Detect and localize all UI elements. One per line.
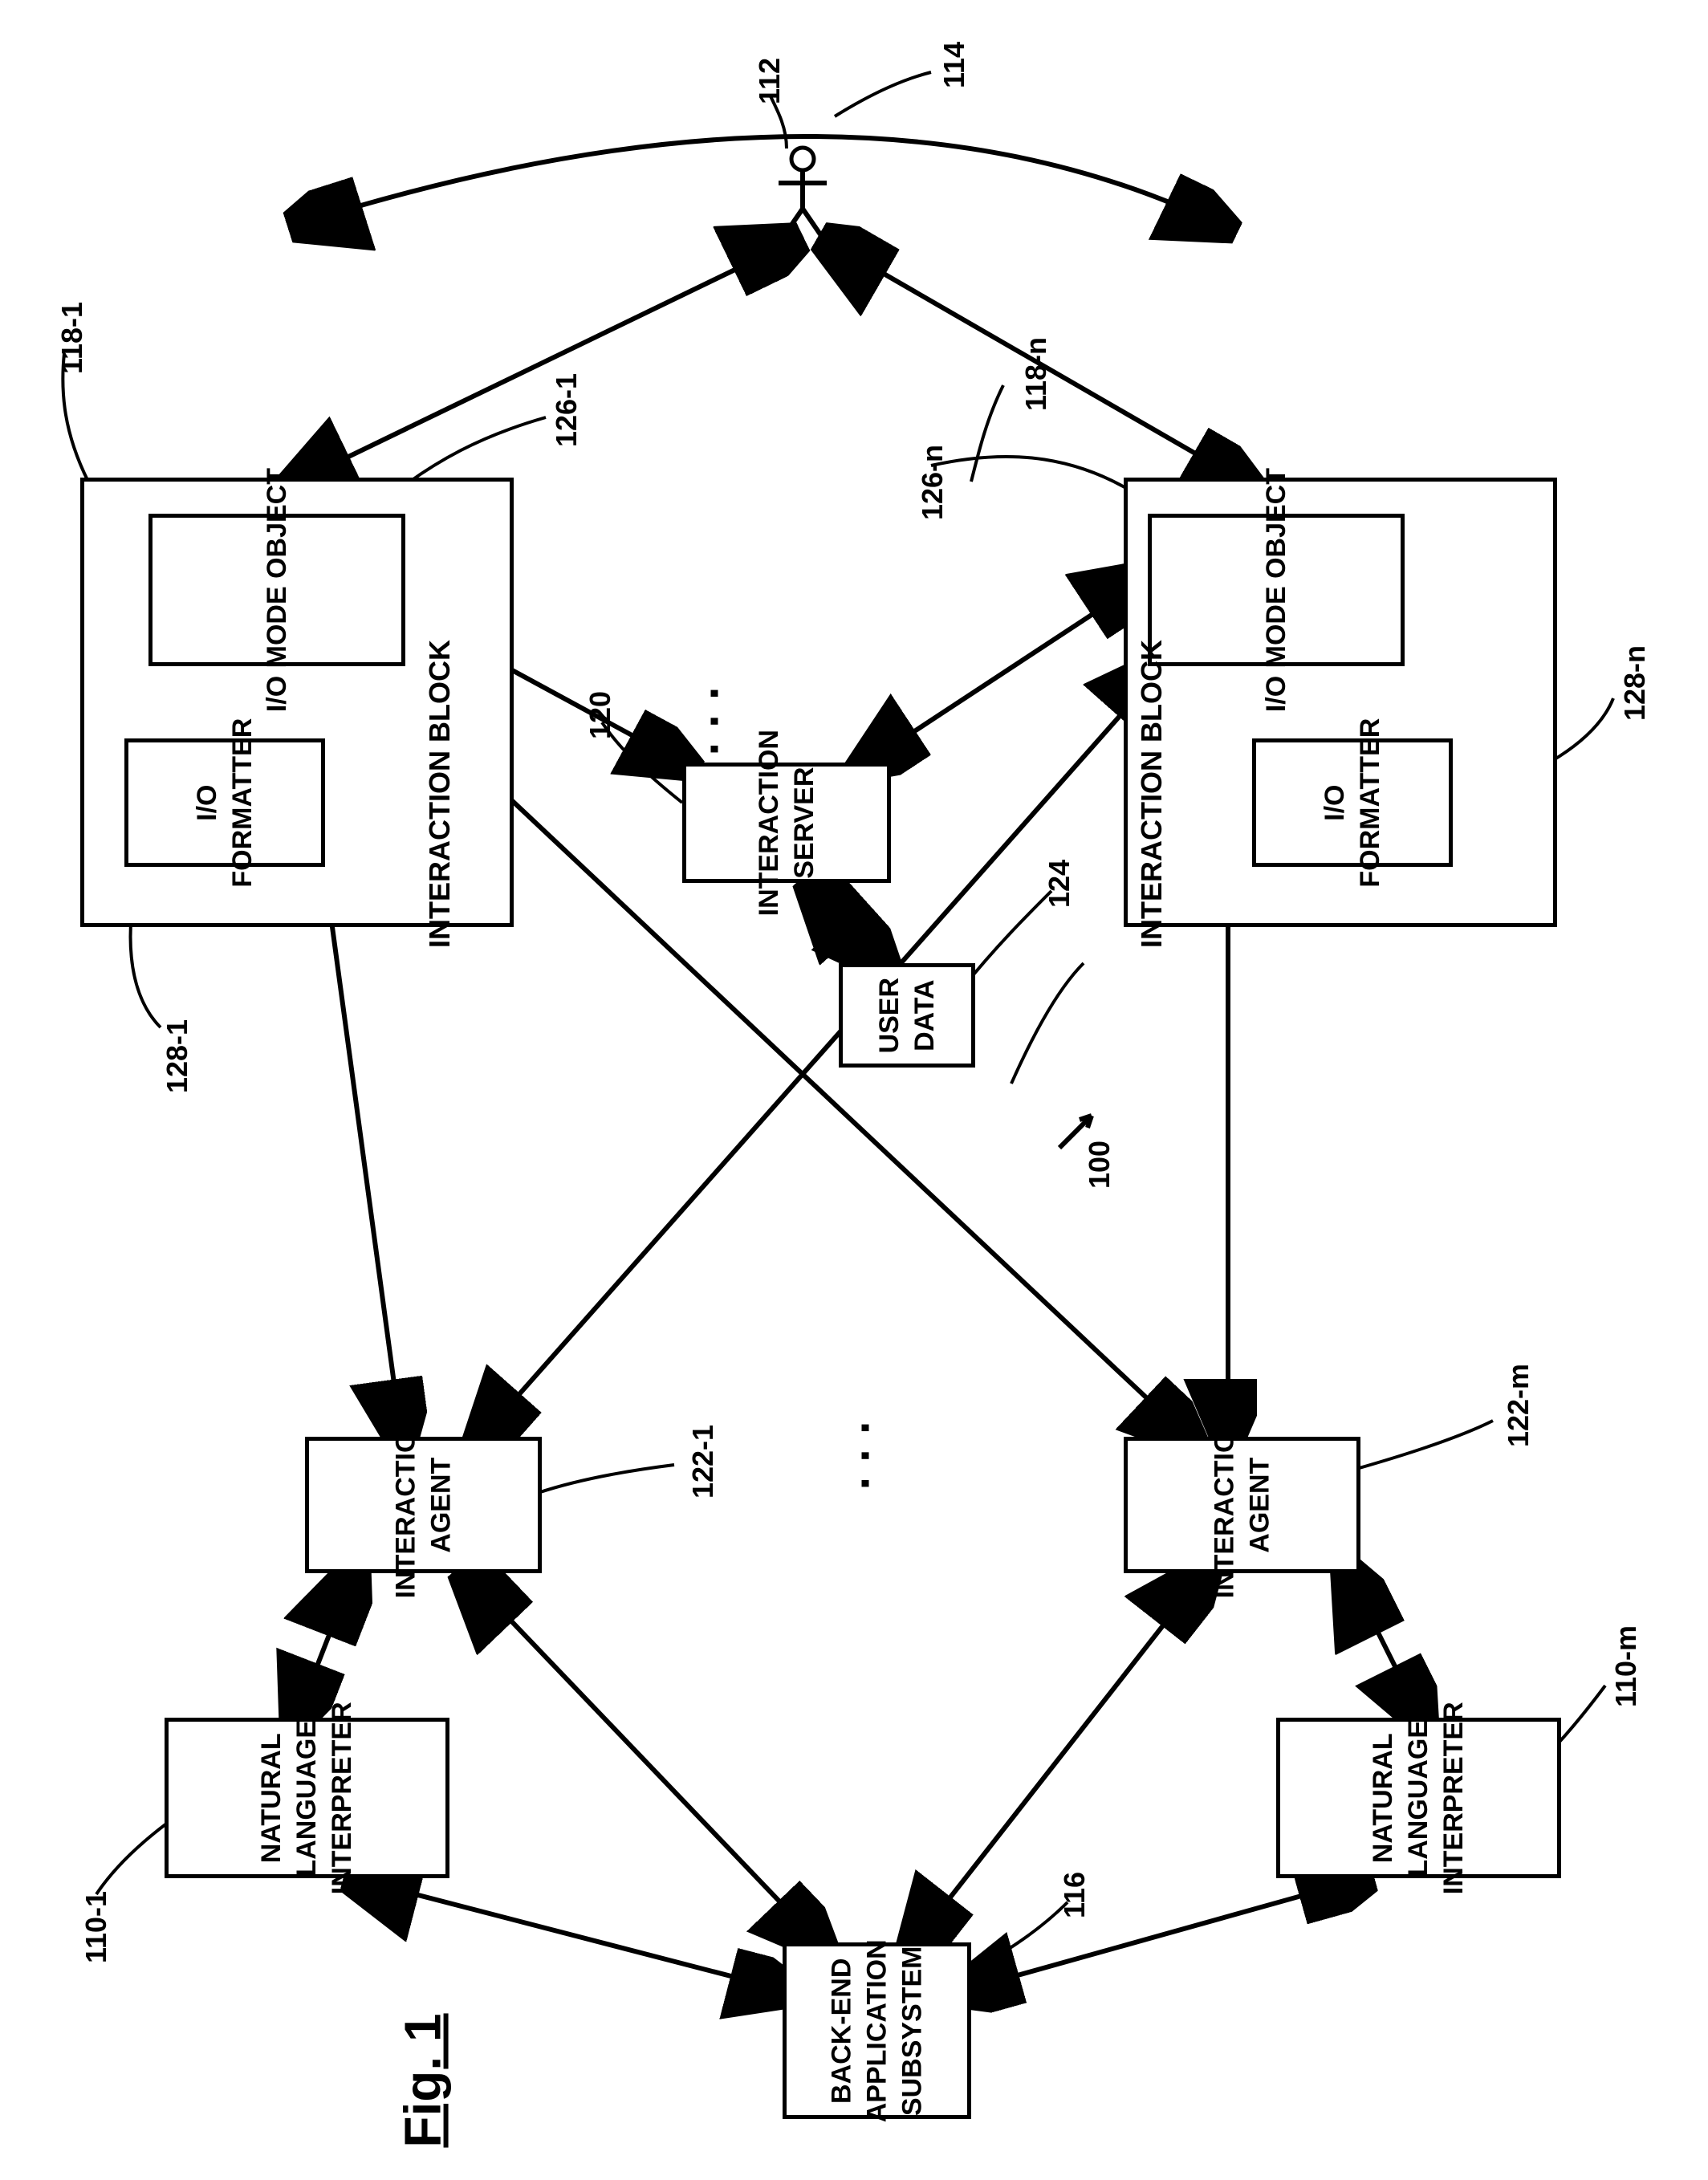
interaction-block-right-title: INTERACTION BLOCK: [1135, 675, 1169, 948]
ellipsis-agents: ...: [825, 1406, 880, 1490]
interaction-agent-left: INTERACTION AGENT: [305, 1437, 542, 1573]
ref-120: 120: [584, 691, 617, 739]
ref-122-1: 122-1: [686, 1425, 720, 1499]
io-formatter-left: I/O FORMATTER: [124, 738, 325, 867]
ellipsis-io: ...: [674, 672, 730, 755]
ref-128-1: 128-1: [161, 1019, 194, 1093]
io-formatter-left-label: I/O FORMATTER: [189, 706, 260, 899]
ref-114: 114: [937, 42, 971, 88]
io-formatter-right: I/O FORMATTER: [1252, 738, 1453, 867]
ref-122-m: 122-m: [1502, 1364, 1535, 1447]
ref-126-1: 126-1: [550, 373, 584, 447]
interaction-agent-right: INTERACTION AGENT: [1124, 1437, 1360, 1573]
user-data-label: USER DATA: [872, 951, 942, 1080]
nli-left-label: NATURAL LANGUAGE INTERPRETER: [254, 1660, 360, 1937]
ref-110-m: 110-m: [1609, 1625, 1643, 1707]
ref-100: 100: [1083, 1141, 1116, 1189]
nli-left: NATURAL LANGUAGE INTERPRETER: [165, 1718, 449, 1878]
diagram-canvas: I/O MODE OBJECT I/O FORMATTER INTERACTIO…: [0, 0, 1708, 2180]
ref-124: 124: [1043, 860, 1076, 908]
io-mode-object-right-label: I/O MODE OBJECT: [1259, 468, 1294, 712]
ref-110-1: 110-1: [79, 1891, 113, 1963]
user-data: USER DATA: [839, 963, 975, 1068]
ref-118-n: 118-n: [1019, 337, 1053, 411]
interaction-agent-right-label: INTERACTION AGENT: [1206, 1391, 1277, 1620]
ref-116: 116: [1058, 1872, 1092, 1918]
figure-label: Fig. 1: [393, 2013, 453, 2147]
ref-126-n: 126-n: [916, 445, 950, 520]
backend-label: BACK-END APPLICATION SUBSYSTEM: [824, 1939, 930, 2122]
ref-118-1: 118-1: [55, 302, 89, 374]
io-mode-object-left: I/O MODE OBJECT: [148, 514, 405, 666]
io-mode-object-left-label: I/O MODE OBJECT: [259, 468, 295, 712]
interaction-agent-left-label: INTERACTION AGENT: [388, 1391, 458, 1620]
nli-right-label: NATURAL LANGUAGE INTERPRETER: [1365, 1660, 1472, 1937]
interaction-server-label: INTERACTION SERVER: [751, 722, 822, 923]
interaction-block-left-title: INTERACTION BLOCK: [423, 675, 457, 948]
nli-right: NATURAL LANGUAGE INTERPRETER: [1276, 1718, 1561, 1878]
io-mode-object-right: I/O MODE OBJECT: [1148, 514, 1405, 666]
interaction-server: INTERACTION SERVER: [682, 763, 891, 883]
backend: BACK-END APPLICATION SUBSYSTEM: [783, 1942, 971, 2119]
io-formatter-right-label: I/O FORMATTER: [1317, 706, 1388, 899]
ref-112: 112: [753, 58, 787, 104]
ref-128-n: 128-n: [1618, 645, 1652, 721]
